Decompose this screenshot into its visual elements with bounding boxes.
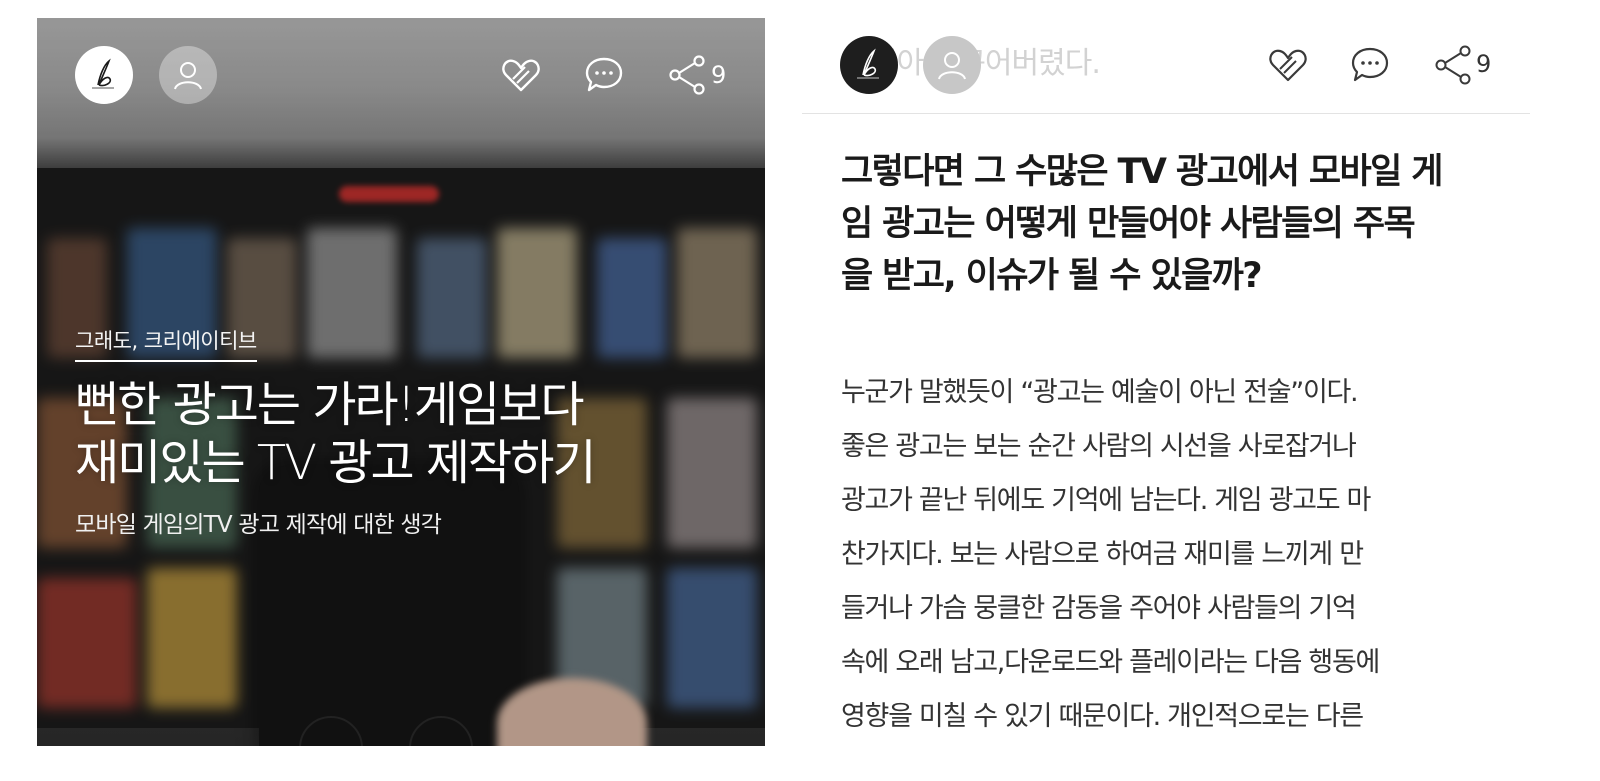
signature-b-logo-icon (92, 58, 114, 89)
heading-line: 임 광고는 어떻게 만들어야 사람들의 주목 (841, 204, 1416, 244)
body-line: 광고가 끝난 뒤에도 기억에 남는다. 게임 광고도 마 (841, 485, 1371, 516)
heart-icon (502, 59, 540, 92)
share-icon (669, 55, 705, 95)
cover-panel: 9 그래도, 크리에이티브 뻔한 광고는 가라!게임보다 재미있는 TV 광고 … (37, 18, 765, 746)
cover-title-line: 재미있는 TV 광고 제작하기 (75, 435, 597, 491)
share-button[interactable] (1431, 43, 1475, 87)
author-avatar[interactable] (75, 46, 133, 104)
user-icon (938, 52, 966, 80)
author-avatar[interactable] (840, 36, 898, 94)
body-line: 들거나 가슴 뭉클한 감동을 주어야 사람들의 기억 (841, 593, 1357, 624)
user-avatar[interactable] (923, 36, 981, 94)
body-line: 속에 오래 남고,다운로드와 플레이라는 다음 행동에 (841, 647, 1380, 678)
cover-title: 뻔한 광고는 가라!게임보다 재미있는 TV 광고 제작하기 (75, 376, 755, 492)
user-avatar[interactable] (159, 46, 217, 104)
body-line: 찬가지다. 보는 사람으로 하여금 재미를 느끼게 만 (841, 539, 1364, 570)
magazine-link[interactable]: 그래도, 크리에이티브 (75, 326, 257, 362)
share-count: 9 (1476, 50, 1492, 78)
comment-button[interactable] (1348, 43, 1392, 87)
body-line: 누군가 말했듯이 “광고는 예술이 아닌 전술”이다. (841, 377, 1359, 408)
heading-line: 그렇다면 그 수많은 TV 광고에서 모바일 게 (841, 152, 1443, 192)
like-button[interactable] (1266, 43, 1310, 87)
like-button[interactable] (499, 53, 543, 97)
body-line: 영향을 미칠 수 있기 때문이다. 개인적으로는 다른 (841, 701, 1364, 732)
share-count: 9 (711, 61, 727, 89)
share-icon (1435, 45, 1471, 85)
signature-b-logo-icon (857, 48, 879, 79)
header-ghost-text: 좋아 바꾸어버렸다. (870, 46, 1101, 81)
cover-title-line: 뻔한 광고는 가라!게임보다 (75, 377, 585, 433)
comment-icon (585, 57, 623, 92)
user-icon (174, 62, 202, 90)
heart-icon (1269, 49, 1307, 82)
comment-button[interactable] (582, 53, 626, 97)
cover-text: 그래도, 크리에이티브 뻔한 광고는 가라!게임보다 재미있는 TV 광고 제작… (75, 326, 755, 540)
cover-subtitle: 모바일 게임의TV 광고 제작에 대한 생각 (75, 512, 442, 538)
article-body: 누군가 말했듯이 “광고는 예술이 아닌 전술”이다. 좋은 광고는 보는 순간… (841, 366, 1521, 744)
page: 9 그래도, 크리에이티브 뻔한 광고는 가라!게임보다 재미있는 TV 광고 … (0, 0, 1600, 781)
heading-line: 을 받고, 이슈가 될 수 있을까? (841, 256, 1263, 296)
comment-icon (1351, 47, 1389, 82)
body-line: 좋은 광고는 보는 순간 사람의 시선을 사로잡거나 (841, 431, 1357, 462)
share-button[interactable] (665, 53, 709, 97)
article-heading: 그렇다면 그 수많은 TV 광고에서 모바일 게 임 광고는 어떻게 만들어야 … (841, 146, 1511, 302)
